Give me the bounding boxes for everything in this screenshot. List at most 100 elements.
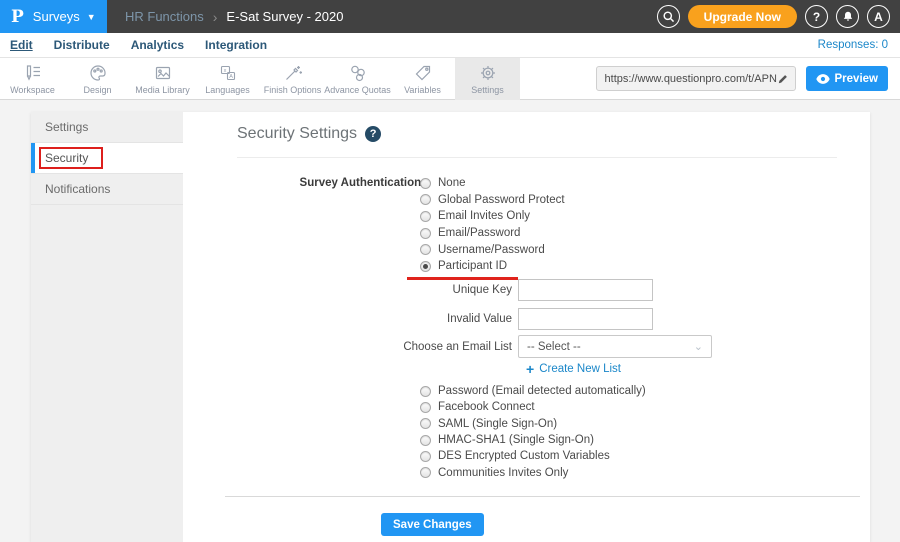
radio-email-password[interactable]: Email/Password (420, 225, 565, 242)
toolbar-item-variables[interactable]: Variables (390, 58, 455, 100)
radio-des-encrypted-variables[interactable]: DES Encrypted Custom Variables (420, 448, 646, 464)
invalid-value-label: Invalid Value (237, 313, 518, 325)
radio-icon[interactable] (420, 402, 431, 413)
auth-options-top: None Global Password Protect Email Invit… (420, 175, 565, 275)
radio-hmac-sha1-sso[interactable]: HMAC-SHA1 (Single Sign-On) (420, 432, 646, 448)
toolbar-right: Preview (596, 66, 900, 91)
preview-button[interactable]: Preview (806, 66, 888, 91)
media-library-icon (153, 63, 173, 83)
plus-icon: + (526, 364, 534, 375)
radio-icon[interactable] (420, 194, 431, 205)
unique-key-row: Unique Key (237, 279, 653, 301)
radio-password-email-auto[interactable]: Password (Email detected automatically) (420, 383, 646, 399)
content-area: Settings Security Notifications Security… (0, 100, 900, 542)
radio-saml-sso[interactable]: SAML (Single Sign-On) (420, 416, 646, 432)
eye-icon (816, 74, 830, 84)
radio-checked-icon[interactable] (420, 261, 431, 272)
search-button[interactable] (657, 5, 680, 28)
notifications-button[interactable] (836, 5, 859, 28)
footer-divider (225, 496, 860, 497)
account-avatar[interactable]: A (867, 5, 890, 28)
page-title-row: Security Settings ? (237, 125, 381, 143)
settings-icon (478, 63, 498, 83)
toolbar-item-design[interactable]: Design (65, 58, 130, 100)
settings-panel: Settings Security Notifications Security… (31, 112, 870, 542)
bell-icon (842, 10, 854, 23)
edit-url-button[interactable] (777, 73, 789, 85)
email-list-label: Choose an Email List (237, 341, 518, 353)
survey-authentication-label: Survey Authentication: (237, 177, 425, 189)
chevron-down-icon: ⌄ (694, 340, 703, 353)
workspace-icon (23, 63, 43, 83)
save-changes-button[interactable]: Save Changes (381, 513, 484, 536)
unique-key-label: Unique Key (237, 284, 518, 296)
email-list-select[interactable]: -- Select -- ⌄ (518, 335, 712, 358)
tab-distribute[interactable]: Distribute (54, 38, 110, 52)
search-icon (662, 10, 675, 23)
title-divider (237, 157, 837, 158)
annotation-red-box: Security (39, 147, 103, 169)
sidebar-item-notifications[interactable]: Notifications (31, 174, 183, 205)
nav-tabs: Edit Distribute Analytics Integration (10, 38, 267, 52)
page-title: Security Settings (237, 125, 357, 143)
variables-icon (413, 63, 433, 83)
radio-global-password-protect[interactable]: Global Password Protect (420, 192, 565, 209)
topbar-actions: Upgrade Now ? A (657, 5, 900, 28)
sidebar-item-security[interactable]: Security (31, 143, 183, 174)
tab-integration[interactable]: Integration (205, 38, 267, 52)
radio-icon[interactable] (420, 435, 431, 446)
radio-communities-invites-only[interactable]: Communities Invites Only (420, 464, 646, 480)
languages-icon: xA (218, 63, 238, 83)
toolbar-item-finish-options[interactable]: Finish Options (260, 58, 325, 100)
product-switcher[interactable]: P Surveys ▼ (0, 0, 107, 33)
pencil-icon (777, 73, 789, 85)
toolbar-item-workspace[interactable]: Workspace (0, 58, 65, 100)
radio-icon[interactable] (420, 228, 431, 239)
settings-sidebar: Settings Security Notifications (31, 112, 183, 542)
responses-count[interactable]: Responses: 0 (818, 39, 888, 51)
section-help-icon[interactable]: ? (365, 126, 381, 142)
create-new-list-link[interactable]: + Create New List (526, 363, 621, 375)
upgrade-now-button[interactable]: Upgrade Now (688, 5, 797, 28)
finish-options-icon (283, 63, 303, 83)
design-icon (88, 63, 108, 83)
radio-facebook-connect[interactable]: Facebook Connect (420, 399, 646, 415)
product-name: Surveys (33, 9, 80, 24)
email-list-row: Choose an Email List -- Select -- ⌄ (237, 335, 712, 358)
toolbar-items: Workspace Design Media Library xA Langua… (0, 58, 520, 100)
radio-icon[interactable] (420, 467, 431, 478)
security-settings-main: Security Settings ? Survey Authenticatio… (183, 112, 870, 542)
toolbar-item-settings[interactable]: Settings (455, 58, 520, 100)
radio-icon[interactable] (420, 178, 431, 189)
chevron-down-icon: ▼ (87, 12, 96, 22)
toolbar-item-advance-quotas[interactable]: Advance Quotas (325, 58, 390, 100)
radio-icon[interactable] (420, 211, 431, 222)
tab-analytics[interactable]: Analytics (131, 38, 184, 52)
sidebar-item-settings[interactable]: Settings (31, 112, 183, 143)
radio-email-invites-only[interactable]: Email Invites Only (420, 208, 565, 225)
radio-icon[interactable] (420, 244, 431, 255)
radio-participant-id[interactable]: Participant ID (420, 258, 565, 275)
radio-icon[interactable] (420, 451, 431, 462)
svg-text:A: A (229, 74, 233, 80)
invalid-value-row: Invalid Value (237, 308, 653, 330)
radio-icon[interactable] (420, 386, 431, 397)
topbar: P Surveys ▼ HR Functions › E-Sat Survey … (0, 0, 900, 33)
help-button[interactable]: ? (805, 5, 828, 28)
advance-quotas-icon (348, 63, 368, 83)
survey-url-field (596, 66, 796, 91)
breadcrumb: HR Functions › E-Sat Survey - 2020 (125, 9, 343, 25)
survey-url-input[interactable] (605, 73, 777, 85)
toolbar-item-media-library[interactable]: Media Library (130, 58, 195, 100)
breadcrumb-separator: › (213, 9, 218, 25)
invalid-value-input[interactable] (518, 308, 653, 330)
unique-key-input[interactable] (518, 279, 653, 301)
breadcrumb-folder[interactable]: HR Functions (125, 9, 204, 24)
radio-none[interactable]: None (420, 175, 565, 192)
edit-toolbar: Workspace Design Media Library xA Langua… (0, 58, 900, 100)
radio-icon[interactable] (420, 418, 431, 429)
tab-edit[interactable]: Edit (10, 38, 33, 52)
toolbar-item-languages[interactable]: xA Languages (195, 58, 260, 100)
radio-username-password[interactable]: Username/Password (420, 241, 565, 258)
questionpro-logo-icon: P (11, 7, 24, 27)
